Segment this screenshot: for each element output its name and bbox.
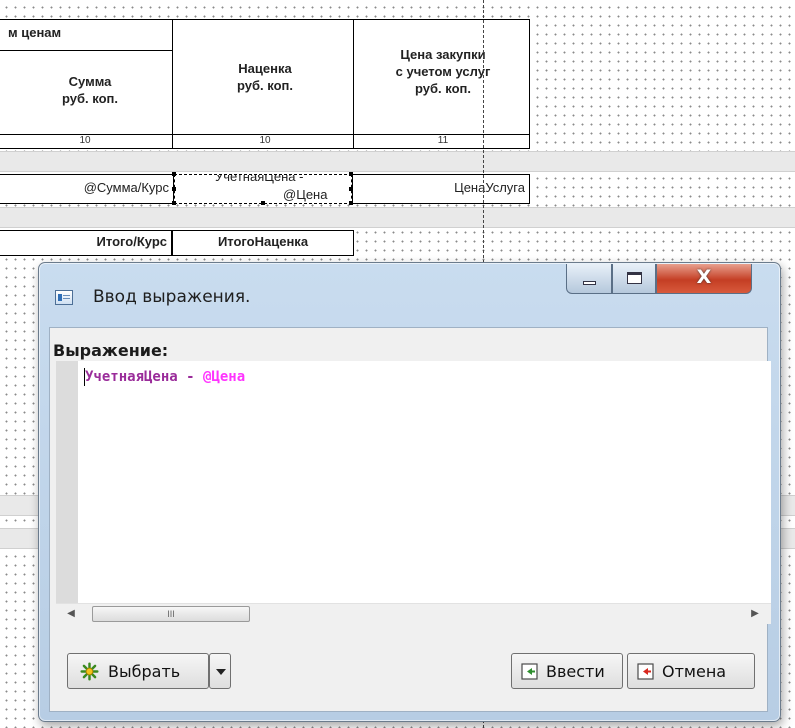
column-header-sum: Сумма руб. коп. xyxy=(62,74,118,106)
header-group-title: м ценам xyxy=(8,25,62,40)
column-divider xyxy=(353,19,354,149)
total-sum-field[interactable]: Итого/Курс xyxy=(0,230,172,256)
horizontal-scrollbar[interactable]: ◀ III ▶ xyxy=(56,603,771,624)
select-dropdown-button[interactable] xyxy=(209,653,231,689)
maximize-button[interactable] xyxy=(612,264,656,294)
column-number: 11 xyxy=(437,135,449,146)
scroll-thumb[interactable]: III xyxy=(92,606,250,622)
dropdown-arrow-icon xyxy=(216,669,226,675)
maximize-icon xyxy=(627,272,642,284)
scroll-right-icon[interactable]: ▶ xyxy=(746,606,764,622)
cancel-button[interactable]: Отмена xyxy=(627,653,755,689)
column-header-purchase-price: Цена закупки с учетом услуг руб. коп. xyxy=(395,47,491,96)
enter-button-label: Ввести xyxy=(546,662,605,681)
field-markup-expression[interactable]: УчетнаяЦена - @Цена xyxy=(174,174,352,204)
minimize-icon xyxy=(583,281,596,285)
expression-label: Выражение: xyxy=(53,341,169,360)
scroll-left-icon[interactable]: ◀ xyxy=(62,606,80,622)
column-divider xyxy=(172,19,173,149)
select-button[interactable]: Выбрать xyxy=(67,653,209,689)
header-group-divider xyxy=(0,50,172,51)
selection-handle[interactable] xyxy=(172,172,176,176)
dialog-title: Ввод выражения. xyxy=(93,287,251,307)
total-markup-field[interactable]: ИтогоНаценка xyxy=(172,230,354,256)
enter-button[interactable]: Ввести xyxy=(511,653,623,689)
expression-editor[interactable] xyxy=(56,361,771,603)
cancel-icon xyxy=(637,663,654,680)
enter-icon xyxy=(521,663,538,680)
expression-identifier: УчетнаяЦена xyxy=(85,369,178,385)
column-number: 10 xyxy=(79,135,91,146)
expression-parameter: @Цена xyxy=(203,369,246,385)
expression-dialog: Ввод выражения. X Выражение: УчетнаяЦена… xyxy=(38,262,781,722)
select-button-label: Выбрать xyxy=(108,662,181,681)
window-app-icon xyxy=(55,290,73,305)
selection-handle[interactable] xyxy=(172,187,176,191)
close-button[interactable]: X xyxy=(656,264,752,294)
expression-operator: - xyxy=(177,369,204,385)
minimize-button[interactable] xyxy=(566,264,612,294)
selection-handle[interactable] xyxy=(172,201,176,205)
close-icon: X xyxy=(696,266,712,288)
field-sum[interactable]: @Сумма/Курс xyxy=(0,174,174,204)
selection-handle[interactable] xyxy=(261,201,265,205)
expression-text[interactable]: УчетнаяЦена - @Цена xyxy=(85,369,245,385)
band-separator xyxy=(0,151,795,172)
editor-gutter xyxy=(56,361,78,603)
field-service-price[interactable]: ЦенаУслуга xyxy=(352,174,530,204)
column-header-markup: Наценка руб. коп. xyxy=(237,61,293,93)
select-icon xyxy=(80,662,99,681)
band-separator xyxy=(0,207,795,228)
dialog-titlebar[interactable]: Ввод выражения. X xyxy=(39,263,780,327)
cancel-button-label: Отмена xyxy=(662,662,727,681)
column-number: 10 xyxy=(259,135,271,146)
